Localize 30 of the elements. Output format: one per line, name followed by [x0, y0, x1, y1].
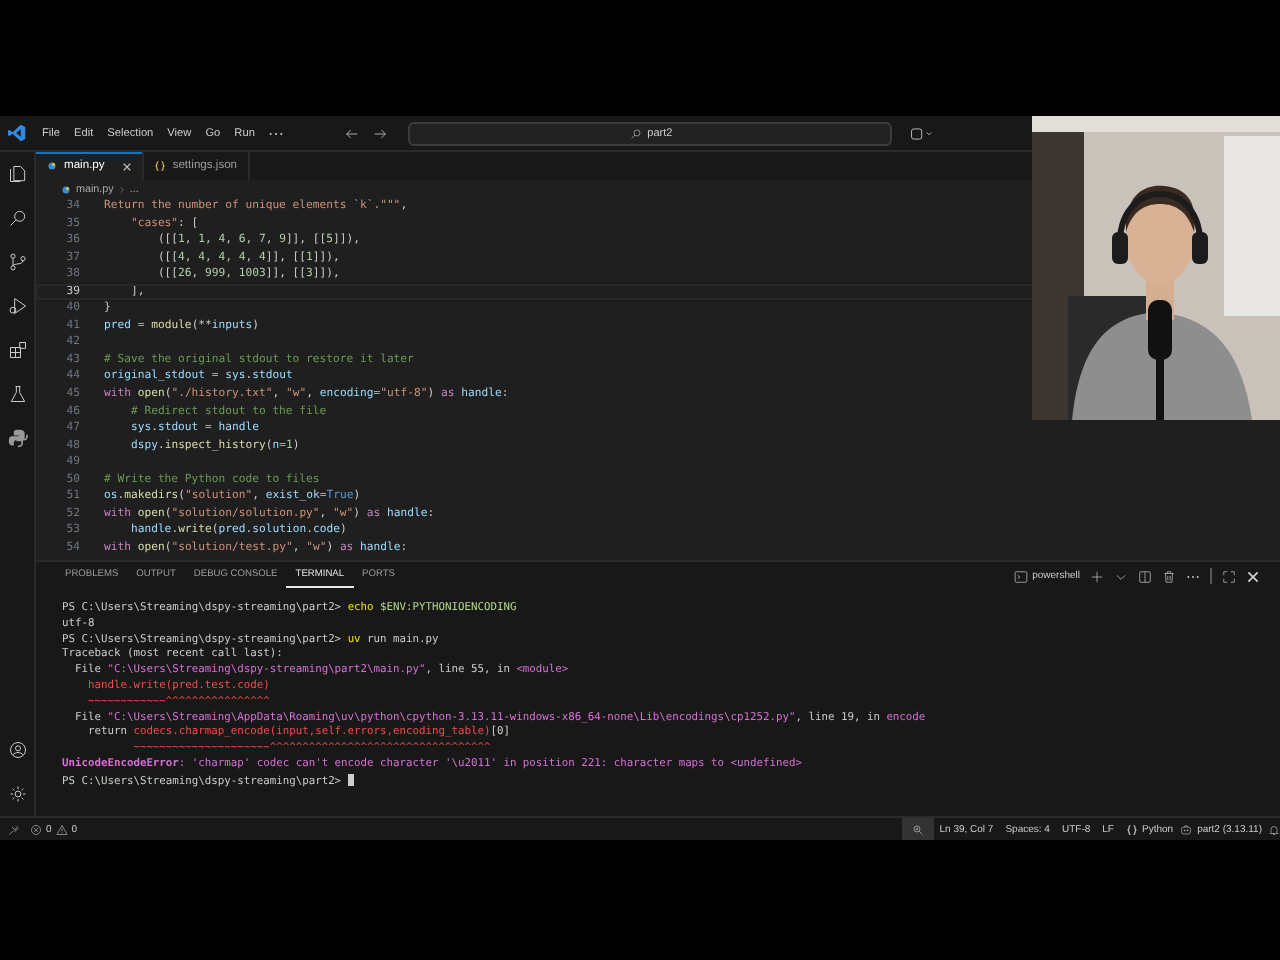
copilot-icon[interactable] — [1179, 823, 1192, 835]
split-icon[interactable] — [1138, 569, 1152, 583]
source-control-icon[interactable] — [7, 252, 27, 272]
remote-icon[interactable] — [8, 823, 20, 835]
back-arrow-icon[interactable] — [344, 125, 361, 141]
app-logo-icon — [8, 124, 26, 142]
copilot-menu-icon[interactable] — [908, 125, 935, 141]
caret-icon[interactable] — [1114, 569, 1128, 583]
braces-icon — [1125, 823, 1138, 835]
plus-icon[interactable] — [1090, 569, 1104, 583]
close-icon[interactable] — [1246, 569, 1260, 583]
close-icon[interactable] — [122, 161, 133, 171]
extensions-icon[interactable] — [7, 340, 27, 360]
warning-icon — [55, 823, 68, 835]
terminal-icon — [1014, 569, 1029, 583]
error-icon — [30, 823, 42, 835]
python-icon[interactable] — [7, 428, 27, 448]
maximize-icon[interactable] — [1222, 569, 1236, 583]
zoom-button[interactable] — [901, 818, 934, 840]
bell-icon[interactable] — [1268, 823, 1280, 835]
settings-icon[interactable] — [7, 784, 27, 804]
trash-icon[interactable] — [1162, 569, 1176, 583]
flask-icon[interactable] — [7, 384, 27, 404]
account-icon[interactable] — [7, 740, 27, 760]
search-icon — [629, 127, 642, 139]
braces-icon — [154, 160, 167, 172]
forward-arrow-icon[interactable] — [372, 125, 389, 141]
run-debug-icon[interactable] — [7, 296, 27, 316]
explorer-icon[interactable] — [7, 164, 27, 184]
zoom-icon — [911, 823, 924, 835]
